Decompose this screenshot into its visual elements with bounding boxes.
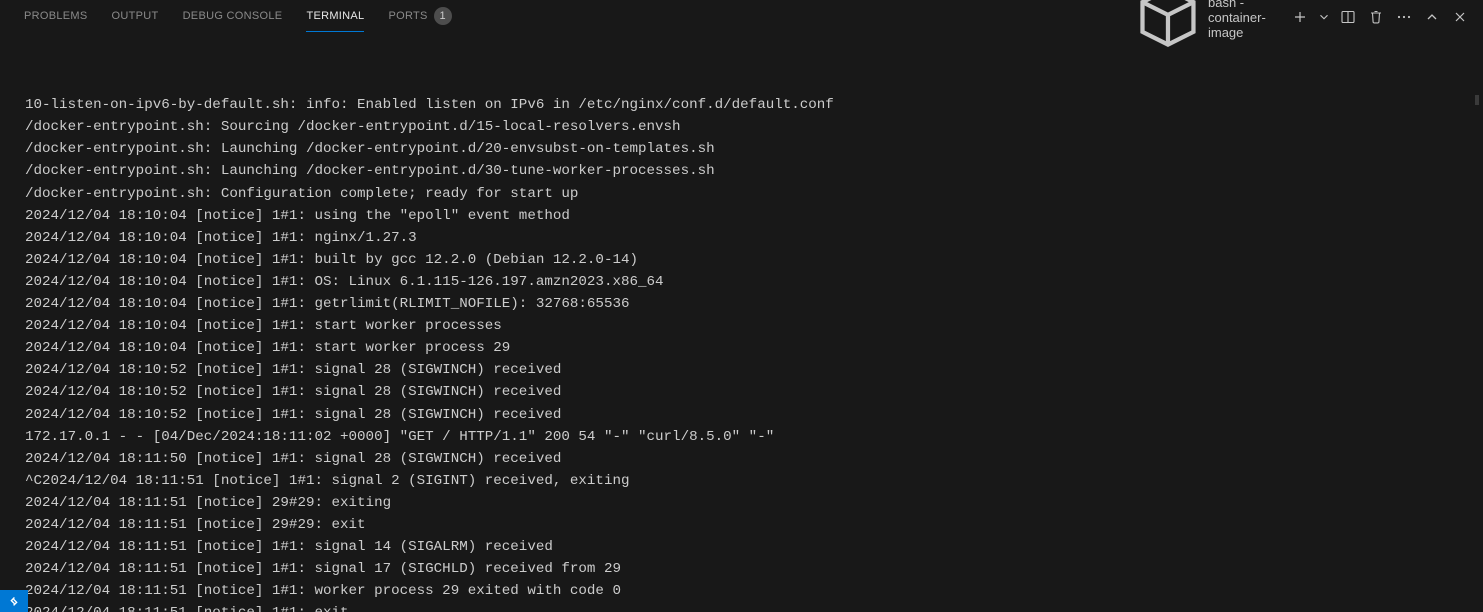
plus-icon <box>1292 9 1308 25</box>
kill-terminal-button[interactable] <box>1365 6 1387 28</box>
terminal-line: /docker-entrypoint.sh: Launching /docker… <box>25 138 1473 160</box>
terminal-line: 2024/12/04 18:10:04 [notice] 1#1: using … <box>25 205 1473 227</box>
tab-output[interactable]: OUTPUT <box>100 4 171 31</box>
terminal-launch-profile[interactable] <box>1317 6 1331 28</box>
terminal-line: 2024/12/04 18:10:04 [notice] 1#1: nginx/… <box>25 227 1473 249</box>
terminal-line: 2024/12/04 18:10:04 [notice] 1#1: start … <box>25 337 1473 359</box>
terminal-line: 2024/12/04 18:11:50 [notice] 1#1: signal… <box>25 448 1473 470</box>
terminal-line: ^C2024/12/04 18:11:51 [notice] 1#1: sign… <box>25 470 1473 492</box>
tab-problems[interactable]: PROBLEMS <box>12 4 100 31</box>
terminal-line: 2024/12/04 18:11:51 [notice] 1#1: signal… <box>25 536 1473 558</box>
tab-debug-console[interactable]: DEBUG CONSOLE <box>171 4 295 31</box>
split-horizontal-icon <box>1340 9 1356 25</box>
maximize-panel-button[interactable] <box>1421 6 1443 28</box>
terminal-line: 2024/12/04 18:11:51 [notice] 1#1: signal… <box>25 558 1473 580</box>
panel-tabs: PROBLEMS OUTPUT DEBUG CONSOLE TERMINAL P… <box>12 1 1134 34</box>
close-panel-button[interactable] <box>1449 6 1471 28</box>
panel-header: PROBLEMS OUTPUT DEBUG CONSOLE TERMINAL P… <box>0 0 1483 35</box>
chevron-down-icon <box>1317 9 1331 25</box>
ports-badge: 1 <box>434 7 452 25</box>
terminal-line: 2024/12/04 18:10:52 [notice] 1#1: signal… <box>25 359 1473 381</box>
terminal-line: 2024/12/04 18:10:04 [notice] 1#1: built … <box>25 249 1473 271</box>
new-terminal-button[interactable] <box>1289 6 1311 28</box>
terminal-output: 10-listen-on-ipv6-by-default.sh: info: E… <box>25 94 1473 612</box>
terminal-line: 2024/12/04 18:11:51 [notice] 1#1: worker… <box>25 580 1473 602</box>
remote-icon <box>7 594 21 608</box>
more-actions-button[interactable] <box>1393 6 1415 28</box>
terminal-line: /docker-entrypoint.sh: Launching /docker… <box>25 160 1473 182</box>
terminal-line: 2024/12/04 18:11:51 [notice] 29#29: exit… <box>25 492 1473 514</box>
terminal-line: 2024/12/04 18:10:04 [notice] 1#1: start … <box>25 315 1473 337</box>
terminal-line: /docker-entrypoint.sh: Sourcing /docker-… <box>25 116 1473 138</box>
ellipsis-icon <box>1396 9 1412 25</box>
terminal-line: 2024/12/04 18:11:51 [notice] 29#29: exit <box>25 514 1473 536</box>
tab-ports-label: PORTS <box>388 10 427 22</box>
scrollbar-thumb[interactable] <box>1475 95 1479 105</box>
terminal-line: 2024/12/04 18:10:04 [notice] 1#1: OS: Li… <box>25 271 1473 293</box>
remote-indicator[interactable] <box>0 590 28 612</box>
tab-ports[interactable]: PORTS 1 <box>376 1 463 34</box>
terminal-line: 172.17.0.1 - - [04/Dec/2024:18:11:02 +00… <box>25 426 1473 448</box>
terminal-line: /docker-entrypoint.sh: Configuration com… <box>25 183 1473 205</box>
terminal-line: 10-listen-on-ipv6-by-default.sh: info: E… <box>25 94 1473 116</box>
close-icon <box>1452 9 1468 25</box>
tab-terminal[interactable]: TERMINAL <box>294 4 376 31</box>
terminal-line: 2024/12/04 18:10:52 [notice] 1#1: signal… <box>25 404 1473 426</box>
split-terminal-button[interactable] <box>1337 6 1359 28</box>
terminal-line: 2024/12/04 18:11:51 [notice] 1#1: exit <box>25 602 1473 612</box>
trash-icon <box>1368 9 1384 25</box>
terminal-label: bash - container-image <box>1208 0 1273 40</box>
terminal-body[interactable]: 10-listen-on-ipv6-by-default.sh: info: E… <box>0 35 1483 612</box>
terminal-line: 2024/12/04 18:10:52 [notice] 1#1: signal… <box>25 381 1473 403</box>
terminal-line: 2024/12/04 18:10:04 [notice] 1#1: getrli… <box>25 293 1473 315</box>
chevron-up-icon <box>1424 9 1440 25</box>
